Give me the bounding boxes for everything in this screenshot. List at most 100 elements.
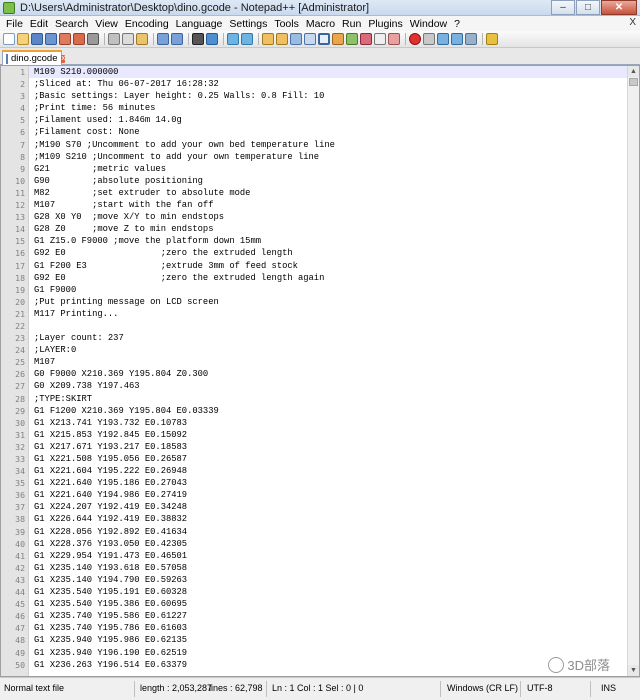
code-line[interactable]: 32 G1 X217.671 Y193.217 E0.18583 bbox=[15, 441, 627, 453]
line-text[interactable]: ;LAYER:0 bbox=[34, 344, 76, 356]
scroll-thumb[interactable] bbox=[629, 78, 638, 86]
indent-guide-icon[interactable] bbox=[318, 33, 330, 45]
code-line[interactable]: 21 M117 Printing... bbox=[15, 308, 627, 320]
line-text[interactable]: G1 X228.376 Y193.050 E0.42305 bbox=[34, 538, 187, 550]
replace-icon[interactable] bbox=[206, 33, 218, 45]
menu-view[interactable]: View bbox=[93, 18, 123, 30]
show-all-chars-icon[interactable] bbox=[304, 33, 316, 45]
code-line[interactable]: 20 ;Put printing message on LCD screen bbox=[15, 296, 627, 308]
line-text[interactable]: G1 X229.954 Y191.473 E0.46501 bbox=[34, 550, 187, 562]
scroll-up-icon[interactable]: ▲ bbox=[628, 66, 639, 77]
line-text[interactable]: ;Basic settings: Layer height: 0.25 Wall… bbox=[34, 90, 324, 102]
line-text[interactable]: G1 X221.508 Y195.056 E0.26587 bbox=[34, 453, 187, 465]
line-text[interactable]: ;Sliced at: Thu 06-07-2017 16:28:32 bbox=[34, 78, 219, 90]
line-text[interactable]: G1 X228.056 Y192.892 E0.41634 bbox=[34, 526, 187, 538]
vertical-scrollbar[interactable]: ▲ ▼ bbox=[627, 66, 639, 676]
line-text[interactable]: G1 X236.263 Y196.514 E0.63379 bbox=[34, 659, 187, 671]
line-text[interactable]: G1 F9000 bbox=[34, 284, 76, 296]
menu-tools[interactable]: Tools bbox=[272, 18, 304, 30]
code-line[interactable]: 9 G21 ;metric values bbox=[20, 163, 627, 175]
word-wrap-icon[interactable] bbox=[290, 33, 302, 45]
line-text[interactable]: G1 Z15.0 F9000 ;move the platform down 1… bbox=[34, 235, 261, 247]
code-line[interactable]: 8 ;M109 S210 ;Uncomment to add your own t… bbox=[20, 151, 627, 163]
code-line[interactable]: 34 G1 X221.604 Y195.222 E0.26948 bbox=[15, 465, 627, 477]
open-file-icon[interactable] bbox=[17, 33, 29, 45]
code-line[interactable]: 19 G1 F9000 bbox=[15, 284, 627, 296]
line-text[interactable]: ;Put printing message on LCD screen bbox=[34, 296, 219, 308]
line-text[interactable]: G28 Z0 ;move Z to min endstops bbox=[34, 223, 214, 235]
status-encoding[interactable]: UTF-8 bbox=[527, 683, 553, 693]
line-text[interactable]: G1 X221.640 Y195.186 E0.27043 bbox=[34, 477, 187, 489]
code-line[interactable]: 4 ;Print time: 56 minutes bbox=[20, 102, 627, 114]
line-text[interactable]: G1 X235.140 Y194.790 E0.59263 bbox=[34, 574, 187, 586]
line-text[interactable]: G90 ;absolute positioning bbox=[34, 175, 203, 187]
code-line[interactable]: 7 ;M190 S70 ;Uncomment to add your own be… bbox=[20, 139, 627, 151]
tab-close-icon[interactable]: x bbox=[61, 54, 65, 63]
sync-vertical-icon[interactable] bbox=[262, 33, 274, 45]
minimize-button[interactable]: – bbox=[551, 0, 575, 15]
code-line[interactable]: 27 G0 X209.738 Y197.463 bbox=[15, 380, 627, 392]
code-line[interactable]: 48 G1 X235.940 Y195.986 E0.62135 bbox=[15, 634, 627, 646]
code-line[interactable]: 50 G1 X236.263 Y196.514 E0.63379 bbox=[15, 659, 627, 671]
line-text[interactable]: G1 X235.540 Y195.386 E0.60695 bbox=[34, 598, 187, 610]
close-icon[interactable] bbox=[59, 33, 71, 45]
code-line[interactable]: 30 G1 X213.741 Y193.732 E0.10783 bbox=[15, 417, 627, 429]
code-line[interactable]: 43 G1 X235.140 Y194.790 E0.59263 bbox=[15, 574, 627, 586]
line-text[interactable]: G1 X215.853 Y192.845 E0.15092 bbox=[34, 429, 187, 441]
close-button[interactable]: ✕ bbox=[601, 0, 637, 15]
menu-plugins[interactable]: Plugins bbox=[366, 18, 407, 30]
language-icon[interactable] bbox=[332, 33, 344, 45]
code-line[interactable]: 10 G90 ;absolute positioning bbox=[15, 175, 627, 187]
code-line[interactable]: 41 G1 X229.954 Y191.473 E0.46501 bbox=[15, 550, 627, 562]
maximize-button[interactable]: □ bbox=[576, 0, 600, 15]
code-line[interactable]: 15 G1 Z15.0 F9000 ;move the platform down… bbox=[15, 235, 627, 247]
code-line[interactable]: 1 M109 S210.000000 bbox=[20, 66, 627, 79]
code-line[interactable]: 2 ;Sliced at: Thu 06-07-2017 16:28:32 bbox=[20, 78, 627, 90]
line-text[interactable]: G1 X221.640 Y194.986 E0.27419 bbox=[34, 489, 187, 501]
line-text[interactable]: G1 X235.140 Y193.618 E0.57058 bbox=[34, 562, 187, 574]
close-document-button[interactable]: X bbox=[629, 17, 636, 28]
code-line[interactable]: 24 ;LAYER:0 bbox=[15, 344, 627, 356]
code-line[interactable]: 40 G1 X228.376 Y193.050 E0.42305 bbox=[15, 538, 627, 550]
plugin-icon[interactable] bbox=[486, 33, 498, 45]
redo-icon[interactable] bbox=[171, 33, 183, 45]
code-line[interactable]: 16 G92 E0 ;zero the extruded length bbox=[15, 247, 627, 259]
sync-horizontal-icon[interactable] bbox=[276, 33, 288, 45]
zoom-in-icon[interactable] bbox=[227, 33, 239, 45]
line-text[interactable]: G1 X221.604 Y195.222 E0.26948 bbox=[34, 465, 187, 477]
line-text[interactable]: G1 X217.671 Y193.217 E0.18583 bbox=[34, 441, 187, 453]
line-text[interactable]: G1 F1200 X210.369 Y195.804 E0.03339 bbox=[34, 405, 219, 417]
menu-encoding[interactable]: Encoding bbox=[123, 18, 174, 30]
menu-macro[interactable]: Macro bbox=[304, 18, 340, 30]
undo-icon[interactable] bbox=[157, 33, 169, 45]
code-line[interactable]: 35 G1 X221.640 Y195.186 E0.27043 bbox=[15, 477, 627, 489]
editor-pane[interactable]: 1 M109 S210.000000 2 ;Sliced at: Thu 06-07-… bbox=[0, 65, 640, 677]
line-text[interactable]: M82 ;set extruder to absolute mode bbox=[34, 187, 250, 199]
find-icon[interactable] bbox=[192, 33, 204, 45]
menu-window[interactable]: Window bbox=[408, 18, 452, 30]
tab-dino-gcode[interactable]: dino.gcode x bbox=[2, 50, 65, 65]
line-text[interactable]: G21 ;metric values bbox=[34, 163, 166, 175]
line-text[interactable]: ;M109 S210 ;Uncomment to add your own te… bbox=[34, 151, 319, 163]
play-macro-icon[interactable] bbox=[437, 33, 449, 45]
line-text[interactable]: ;M190 S70 ;Uncomment to add your own bed… bbox=[34, 139, 335, 151]
line-text[interactable]: ;TYPE:SKIRT bbox=[34, 393, 92, 405]
line-text[interactable]: ;Print time: 56 minutes bbox=[34, 102, 155, 114]
code-line[interactable]: 39 G1 X228.056 Y192.892 E0.41634 bbox=[15, 526, 627, 538]
line-text[interactable]: G1 X224.207 Y192.419 E0.34248 bbox=[34, 501, 187, 513]
close-all-icon[interactable] bbox=[73, 33, 85, 45]
monitoring-icon[interactable] bbox=[388, 33, 400, 45]
code-line[interactable]: 45 G1 X235.540 Y195.386 E0.60695 bbox=[15, 598, 627, 610]
line-text[interactable]: G92 E0 ;zero the extruded length again bbox=[34, 272, 324, 284]
code-line[interactable]: 18 G92 E0 ;zero the extruded length again bbox=[15, 272, 627, 284]
line-text[interactable]: G1 X235.540 Y195.191 E0.60328 bbox=[34, 586, 187, 598]
line-text[interactable]: G1 X213.741 Y193.732 E0.10783 bbox=[34, 417, 187, 429]
line-text[interactable]: G0 F9000 X210.369 Y195.804 Z0.300 bbox=[34, 368, 208, 380]
save-macro-icon[interactable] bbox=[465, 33, 477, 45]
code-line[interactable]: 37 G1 X224.207 Y192.419 E0.34248 bbox=[15, 501, 627, 513]
doc-map-icon[interactable] bbox=[346, 33, 358, 45]
line-text[interactable]: G28 X0 Y0 ;move X/Y to min endstops bbox=[34, 211, 224, 223]
function-list-icon[interactable] bbox=[360, 33, 372, 45]
code-line[interactable]: 13 G28 X0 Y0 ;move X/Y to min endstops bbox=[15, 211, 627, 223]
code-area[interactable]: 1 M109 S210.000000 2 ;Sliced at: Thu 06-07-… bbox=[15, 66, 627, 676]
